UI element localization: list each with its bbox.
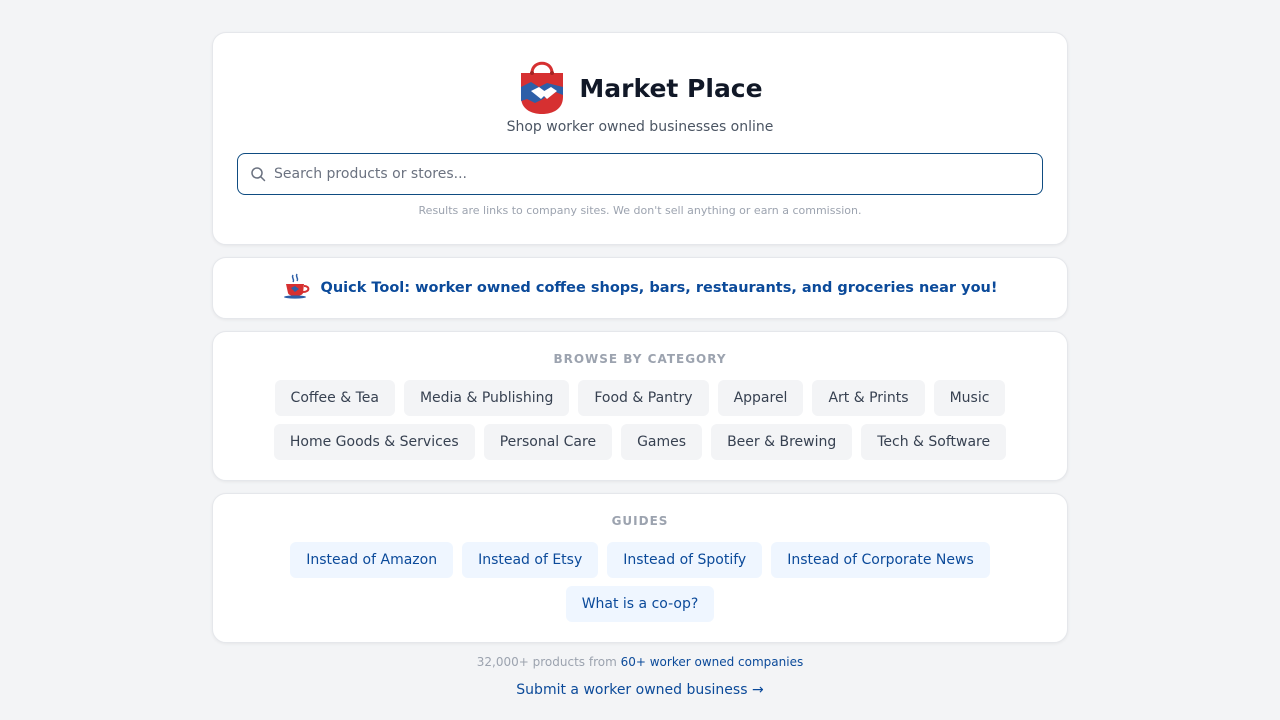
quick-tool-link[interactable]: Quick Tool: worker owned coffee shops, b… [213,258,1067,318]
submit-business-link[interactable]: Submit a worker owned business → [516,682,763,698]
search-box [237,153,1043,195]
categories-card: BROWSE BY CATEGORY Coffee & Tea Media & … [212,331,1068,481]
site-title: Market Place [579,73,763,103]
guide-what-is-coop[interactable]: What is a co-op? [565,586,715,622]
category-row-2: Home Goods & Services Personal Care Game… [213,424,1067,460]
guide-instead-of-etsy[interactable]: Instead of Etsy [462,542,599,578]
category-coffee-tea[interactable]: Coffee & Tea [274,380,395,416]
header-card: Market Place Shop worker owned businesse… [212,32,1068,245]
tagline: Shop worker owned businesses online [506,119,774,135]
guides-card: GUIDES Instead of Amazon Instead of Etsy… [212,493,1068,643]
guide-instead-of-amazon[interactable]: Instead of Amazon [290,542,454,578]
category-home-goods-services[interactable]: Home Goods & Services [273,424,475,460]
submit-line: Submit a worker owned business → [0,682,1280,698]
guide-instead-of-spotify[interactable]: Instead of Spotify [607,542,763,578]
shopping-bag-handshake-icon [517,57,567,119]
search-icon [251,167,266,182]
search-disclaimer: Results are links to company sites. We d… [418,204,862,217]
categories-title: BROWSE BY CATEGORY [553,352,727,366]
brand: Market Place [213,57,1067,119]
guide-row-1: Instead of Amazon Instead of Etsy Instea… [213,542,1067,578]
search-input[interactable] [238,154,1042,194]
category-apparel[interactable]: Apparel [717,380,804,416]
coffee-cup-icon [283,273,311,303]
stats-line: 32,000+ products from 60+ worker owned c… [0,655,1280,669]
category-music[interactable]: Music [933,380,1006,416]
quick-tool-card: Quick Tool: worker owned coffee shops, b… [212,257,1068,319]
companies-link[interactable]: 60+ worker owned companies [621,655,804,669]
guide-row-2: What is a co-op? [213,586,1067,622]
stats-prefix: 32,000+ products from [476,655,621,669]
guides-title: GUIDES [611,514,669,528]
category-beer-brewing[interactable]: Beer & Brewing [711,424,853,460]
quick-tool-label: Quick Tool: worker owned coffee shops, b… [320,280,998,296]
category-art-prints[interactable]: Art & Prints [812,380,925,416]
category-tech-software[interactable]: Tech & Software [861,424,1007,460]
category-food-pantry[interactable]: Food & Pantry [578,380,709,416]
category-games[interactable]: Games [621,424,703,460]
category-row-1: Coffee & Tea Media & Publishing Food & P… [213,380,1067,416]
category-media-publishing[interactable]: Media & Publishing [403,380,570,416]
category-personal-care[interactable]: Personal Care [483,424,613,460]
guide-instead-of-corporate-news[interactable]: Instead of Corporate News [771,542,990,578]
